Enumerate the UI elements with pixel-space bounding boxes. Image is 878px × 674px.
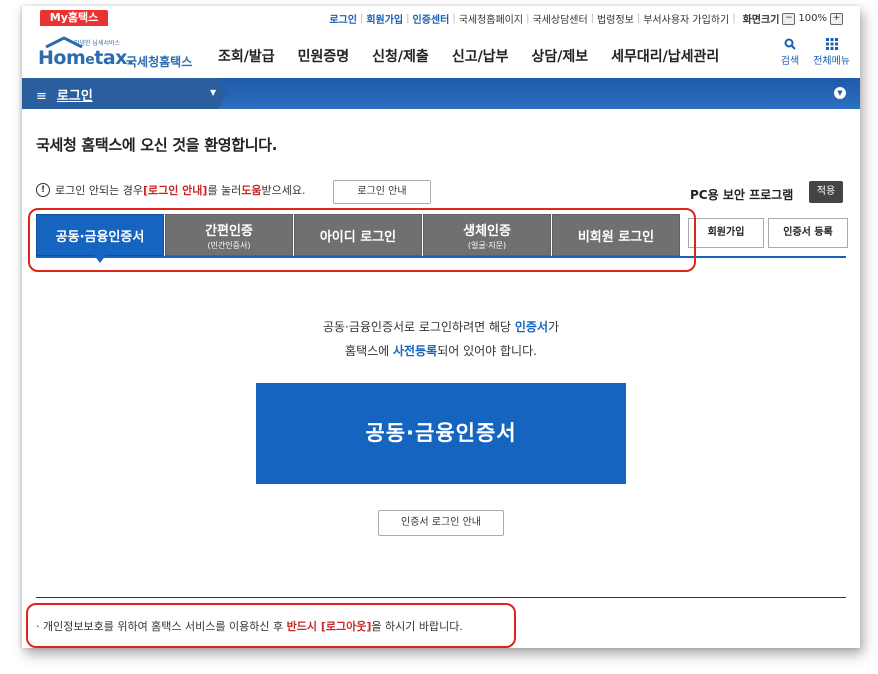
- all-menu-button[interactable]: 전체메뉴: [813, 38, 850, 67]
- logo-tagline: 안녕한 납세서비스: [74, 40, 121, 47]
- util-link-login[interactable]: 로그인: [329, 11, 357, 26]
- my-hometax-tab[interactable]: My홈택스: [40, 10, 108, 26]
- expand-circle-button[interactable]: ▼: [834, 87, 846, 99]
- logo-wordmark: Hometax.: [38, 47, 134, 69]
- gnb-item-tax-agent[interactable]: 세무대리/납세관리: [611, 46, 719, 66]
- gnb-item-civil-cert[interactable]: 민원증명: [298, 46, 350, 66]
- search-button[interactable]: 검색: [781, 38, 799, 67]
- logo-korean: 국세청홈택스: [126, 55, 193, 69]
- util-link-dept-join[interactable]: 부서사용자 가입하기: [643, 11, 729, 26]
- search-label: 검색: [780, 56, 800, 67]
- location-bar: ≡ 로그인 ▼ ▼: [22, 78, 860, 109]
- util-link-consult-center[interactable]: 국세상담센터: [532, 11, 587, 26]
- chevron-down-icon: ▼: [210, 88, 217, 97]
- security-apply-button[interactable]: 적용: [809, 181, 843, 203]
- tabs-highlight-annotation: [28, 208, 696, 272]
- site-header: 안녕한 납세서비스 Hometax. 국세청홈택스 조회/발급 민원증명 신청/…: [22, 28, 860, 78]
- util-link-nts-home[interactable]: 국세청홈페이지: [459, 11, 523, 26]
- utility-bar: My홈택스 로그인 | 회원가입 | 인증센터 | 국세청홈페이지 | 국세상담센터 | …: [22, 6, 860, 28]
- browser-page: My홈택스 로그인 | 회원가입 | 인증센터 | 국세청홈페이지 | 국세상담센터 | …: [22, 6, 860, 648]
- gnb-item-apply[interactable]: 신청/제출: [372, 46, 429, 66]
- grid-menu-icon: [813, 38, 850, 52]
- divider: [36, 597, 846, 598]
- login-guide-button[interactable]: 로그인 안내: [333, 180, 431, 204]
- zoom-label: 화면크기: [742, 15, 780, 26]
- exclamation-icon: !: [36, 183, 50, 197]
- joint-financial-cert-login-button[interactable]: 공동·금융인증서: [256, 383, 626, 484]
- zoom-value: 100%: [798, 13, 827, 24]
- util-link-law-info[interactable]: 법령정보: [597, 11, 634, 26]
- pc-security-label: PC용 보안 프로그램: [690, 188, 794, 202]
- zoom-in-button[interactable]: +: [830, 12, 843, 25]
- cert-login-guide-button[interactable]: 인증서 로그인 안내: [378, 510, 504, 536]
- zoom-out-button[interactable]: −: [782, 12, 796, 25]
- hamburger-icon: ≡: [36, 89, 47, 104]
- cert-register-button[interactable]: 인증서 등록: [768, 218, 848, 248]
- util-link-cert-center[interactable]: 인증센터: [413, 11, 450, 26]
- header-icons: 검색 전체메뉴: [781, 38, 850, 67]
- cert-desc-line1: 공동·금융인증서로 로그인하려면 해당 인증서가: [322, 320, 560, 334]
- all-menu-label: 전체메뉴: [813, 56, 850, 67]
- gnb-item-inquiry[interactable]: 조회/발급: [218, 46, 275, 66]
- gnb-item-consult[interactable]: 상담/제보: [531, 46, 588, 66]
- utility-links: 로그인 | 회원가입 | 인증센터 | 국세청홈페이지 | 국세상담센터 | 법령정보 | …: [329, 11, 846, 26]
- util-link-join[interactable]: 회원가입: [366, 11, 403, 26]
- gnb-item-report-pay[interactable]: 신고/납부: [452, 46, 509, 66]
- hometax-logo[interactable]: 안녕한 납세서비스 Hometax. 국세청홈택스: [34, 36, 194, 72]
- page-title: 국세청 홈택스에 오신 것을 환영합니다.: [36, 136, 278, 154]
- cert-desc-line2: 홈택스에 사전등록되어 있어야 합니다.: [345, 344, 537, 358]
- privacy-highlight-annotation: [26, 603, 516, 648]
- search-icon: [781, 38, 799, 52]
- global-nav: 조회/발급 민원증명 신청/제출 신고/납부 상담/제보 세무대리/납세관리: [218, 46, 742, 66]
- join-button[interactable]: 회원가입: [688, 218, 764, 248]
- login-help-notice: ! 로그인 안되는 경우 [로그인 안내] 를 눌러 도움 받으세요.: [36, 182, 306, 198]
- location-dropdown[interactable]: ≡ 로그인 ▼: [22, 78, 228, 109]
- location-title: 로그인: [56, 89, 93, 104]
